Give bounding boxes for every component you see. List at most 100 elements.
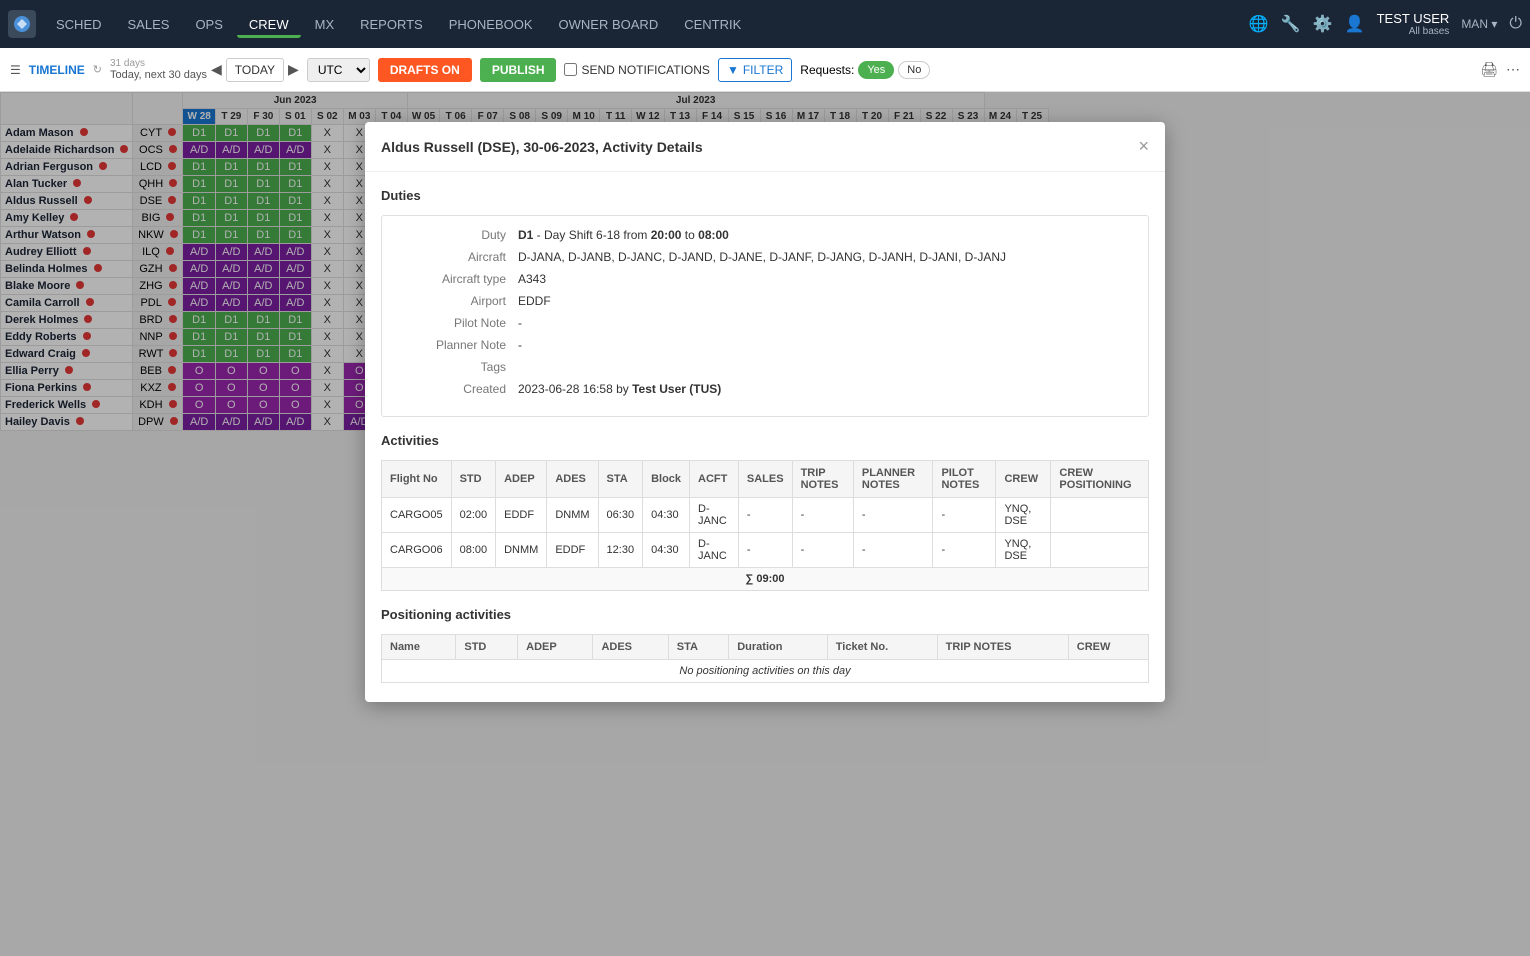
activity-cell: - — [933, 498, 996, 533]
activity-row: CARGO0502:00EDDFDNMM06:3004:30D-JANC----… — [382, 498, 1149, 533]
filter-icon: ▼ — [727, 63, 739, 77]
act-col-header: ADEP — [496, 461, 547, 498]
activity-cell: 04:30 — [643, 533, 690, 568]
act-col-header: Flight No — [382, 461, 452, 498]
timeline-icon: ☰ — [10, 63, 21, 77]
act-col-header: SALES — [738, 461, 792, 498]
tools-icon[interactable]: 🔧 — [1281, 14, 1301, 34]
modal-close-btn[interactable]: × — [1138, 136, 1149, 157]
refresh-icon[interactable]: ↻ — [93, 63, 102, 76]
duty-time-from: 20:00 — [651, 228, 682, 242]
act-col-header: ACFT — [690, 461, 739, 498]
requests-yes-btn[interactable]: Yes — [858, 61, 894, 79]
power-icon[interactable]: ⏻ — [1509, 15, 1522, 33]
created-value: 2023-06-28 16:58 by Test User (TUS) — [518, 382, 1132, 396]
created-user: Test User (TUS) — [632, 382, 721, 396]
nav-item-centrik[interactable]: CENTRIK — [672, 11, 753, 38]
duty-desc: Day Shift 6-18 from — [544, 228, 647, 242]
duty-code: D1 — [518, 228, 533, 242]
user-icon[interactable]: 👤 — [1345, 14, 1365, 34]
activity-modal: Aldus Russell (DSE), 30-06-2023, Activit… — [365, 122, 1165, 702]
duty-time-to-label: to — [685, 228, 695, 242]
activity-cell: - — [933, 533, 996, 568]
act-col-header: CREW — [996, 461, 1051, 498]
aircraft-row: Aircraft D-JANA, D-JANB, D-JANC, D-JAND,… — [398, 250, 1132, 264]
planner-note-label: Planner Note — [398, 338, 518, 352]
activity-cell: 06:30 — [598, 498, 643, 533]
nav-right: 🌐 🔧 ⚙️ 👤 TEST USER All bases MAN ▾ ⏻ — [1249, 11, 1522, 37]
drafts-btn[interactable]: DRAFTS ON — [378, 58, 472, 82]
requests-label: Requests: — [800, 63, 854, 77]
requests-section: Requests: Yes No — [800, 61, 930, 79]
tags-label: Tags — [398, 360, 518, 374]
nav-item-owner-board[interactable]: OWNER BOARD — [547, 11, 671, 38]
settings-icon[interactable]: ⚙️ — [1313, 14, 1333, 34]
pos-col-header: ADES — [593, 635, 668, 660]
date-range: Today, next 30 days — [110, 69, 207, 81]
act-col-header: ADES — [547, 461, 598, 498]
duty-time-to: 08:00 — [698, 228, 729, 242]
positioning-section: Positioning activities NameSTDADEPADESST… — [381, 607, 1149, 683]
days-count: 31 days — [110, 58, 207, 69]
send-notifications-label: SEND NOTIFICATIONS — [564, 63, 709, 77]
created-date: 2023-06-28 16:58 by — [518, 382, 629, 396]
nav-item-crew[interactable]: CREW — [237, 11, 301, 38]
nav-item-phonebook[interactable]: PHONEBOOK — [437, 11, 545, 38]
top-nav: SCHEDSALESOPSCREWMXREPORTSPHONEBOOKOWNER… — [0, 0, 1530, 48]
activity-cell: D-JANC — [690, 533, 739, 568]
timeline-label[interactable]: TIMELINE — [29, 63, 85, 77]
activities-section: Activities Flight NoSTDADEPADESSTABlockA… — [381, 433, 1149, 591]
nav-item-reports[interactable]: REPORTS — [348, 11, 435, 38]
activities-section-title: Activities — [381, 433, 1149, 448]
act-col-header: PILOT NOTES — [933, 461, 996, 498]
activity-cell: DNMM — [547, 498, 598, 533]
pos-col-header: Name — [382, 635, 456, 660]
airport-value: EDDF — [518, 294, 1132, 308]
more-icon[interactable]: ⋯ — [1506, 61, 1520, 78]
send-notifications-checkbox[interactable] — [564, 63, 577, 76]
date-label: 31 days Today, next 30 days — [110, 58, 207, 81]
airport-label: Airport — [398, 294, 518, 308]
tags-row: Tags — [398, 360, 1132, 374]
aircraft-type-value: A343 — [518, 272, 1132, 286]
pilot-note-row: Pilot Note - — [398, 316, 1132, 330]
timezone-select[interactable]: UTC Local — [307, 58, 370, 82]
prev-period-btn[interactable]: ◀ — [211, 61, 222, 78]
location-dropdown[interactable]: MAN ▾ — [1461, 17, 1497, 31]
today-btn[interactable]: TODAY — [226, 58, 284, 82]
nav-item-mx[interactable]: MX — [303, 11, 347, 38]
sum-row: ∑ 09:00 — [382, 568, 1149, 591]
positioning-title: Positioning activities — [381, 607, 1149, 622]
nav-item-sched[interactable]: SCHED — [44, 11, 114, 38]
tags-value — [518, 360, 1132, 374]
globe-icon[interactable]: 🌐 — [1249, 14, 1269, 34]
toolbar: ☰ TIMELINE ↻ 31 days Today, next 30 days… — [0, 48, 1530, 92]
activity-cell: - — [792, 533, 853, 568]
requests-no-btn[interactable]: No — [898, 61, 930, 79]
app-logo[interactable] — [8, 10, 36, 38]
next-period-btn[interactable]: ▶ — [288, 61, 299, 78]
main-area: Jun 2023Jul 2023 W 28T 29F 30S 01S 02M 0… — [0, 92, 1530, 956]
nav-item-sales[interactable]: SALES — [116, 11, 182, 38]
created-label: Created — [398, 382, 518, 396]
act-col-header: STA — [598, 461, 643, 498]
user-info: TEST USER All bases — [1377, 11, 1450, 37]
publish-btn[interactable]: PUBLISH — [480, 58, 557, 82]
nav-item-ops[interactable]: OPS — [183, 11, 234, 38]
filter-btn[interactable]: ▼ FILTER — [718, 58, 792, 82]
activity-cell: - — [853, 498, 933, 533]
pos-col-header: Ticket No. — [827, 635, 937, 660]
duty-label: Duty — [398, 228, 518, 242]
pos-col-header: STA — [668, 635, 728, 660]
activity-cell: - — [792, 498, 853, 533]
activity-cell: YNQ, DSE — [996, 498, 1051, 533]
act-col-header: STD — [451, 461, 496, 498]
activity-cell — [1051, 498, 1149, 533]
aircraft-label: Aircraft — [398, 250, 518, 264]
modal-header: Aldus Russell (DSE), 30-06-2023, Activit… — [365, 122, 1165, 172]
pos-col-header: TRIP NOTES — [937, 635, 1068, 660]
act-col-header: Block — [643, 461, 690, 498]
print-icon[interactable]: 🖨 — [1480, 61, 1498, 78]
activity-cell: DNMM — [496, 533, 547, 568]
no-data-row: No positioning activities on this day — [382, 660, 1149, 683]
